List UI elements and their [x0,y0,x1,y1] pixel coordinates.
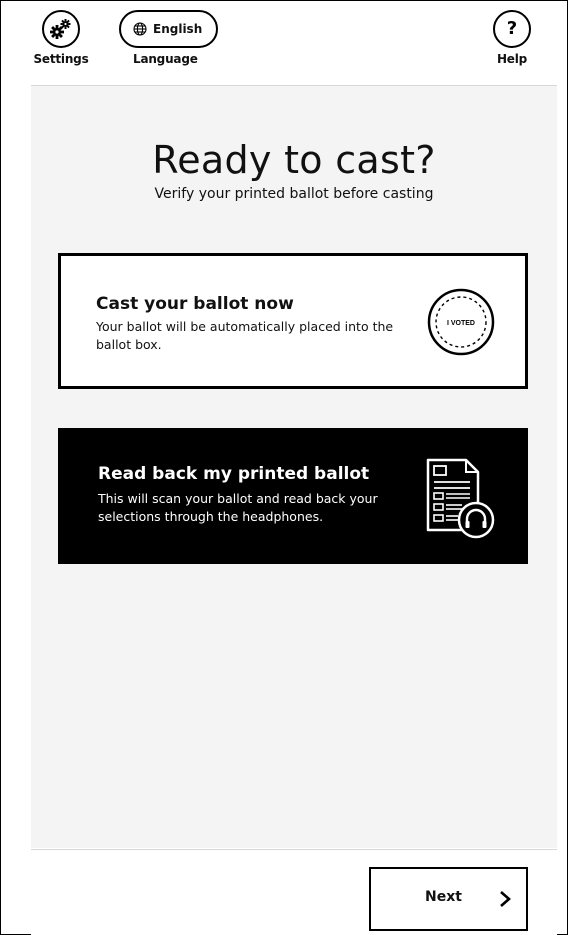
settings-button[interactable]: Settings [31,10,91,66]
next-label: Next [425,889,462,905]
cast-ballot-option[interactable]: Cast your ballot now Your ballot will be… [58,253,528,389]
gears-icon [50,19,71,39]
language-value: English [153,22,203,36]
i-voted-sticker-icon: I VOTED [427,288,495,356]
help-button[interactable]: ? Help [482,10,542,66]
app-window: Settings English Language ? Help Ready t… [0,0,568,935]
top-bar: Settings English Language ? Help [31,1,557,86]
globe-icon [133,22,147,36]
chevron-right-icon [500,891,511,907]
ballot-headphones-icon [426,458,495,539]
settings-label: Settings [33,52,89,66]
help-circle[interactable]: ? [493,10,531,48]
read-back-option[interactable]: Read back my printed ballot This will sc… [58,428,528,564]
language-button[interactable]: English Language [119,10,219,66]
next-button[interactable]: Next [369,867,528,931]
help-label: Help [496,52,528,66]
read-back-title: Read back my printed ballot [98,464,370,484]
cast-ballot-description: Your ballot will be automatically placed… [96,319,394,352]
read-back-description: This will scan your ballot and read back… [98,491,378,524]
settings-circle[interactable] [42,10,80,48]
page-subtitle: Verify your printed ballot before castin… [154,186,434,202]
footer-bar: Next [31,849,557,935]
language-label: Language [133,52,198,66]
language-pill[interactable]: English [119,10,219,48]
help-icon: ? [506,18,518,39]
i-voted-text: I VOTED [447,320,475,327]
page-title: Ready to cast? [152,138,436,182]
cast-ballot-title: Cast your ballot now [96,294,294,314]
main-panel: Ready to cast? Verify your printed ballo… [31,86,557,848]
